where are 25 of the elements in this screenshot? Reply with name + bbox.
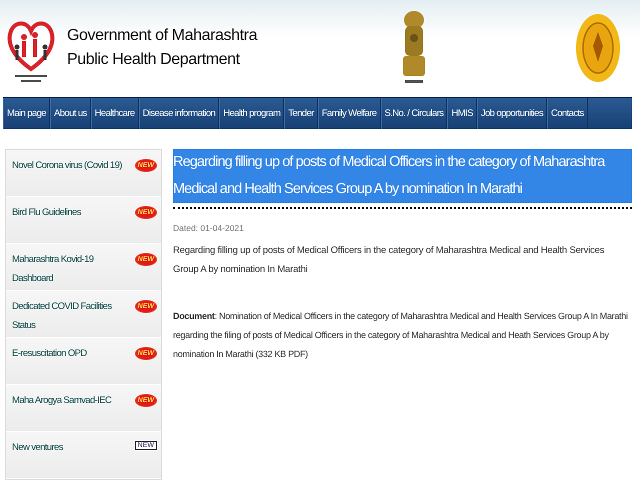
department-title: Government of Maharashtra	[67, 26, 258, 44]
nav-link[interactable]: Family Welfare	[318, 98, 380, 129]
sidebar-link[interactable]: Novel Corona virus (Covid 19)	[12, 156, 124, 175]
sidebar-link[interactable]: Bird Flu Guidelines	[12, 203, 124, 222]
sidebar-link[interactable]: Dedicated COVID Facilities Status	[12, 297, 124, 335]
sidebar-link[interactable]: Maha Arogya Samvad-IEC	[12, 391, 124, 410]
article-summary: Regarding filling up of posts of Medical Officers in the category of Maharashtra Medical and Health Services Group A by nomination In Marathi	[173, 244, 606, 277]
nav-link[interactable]: Healthcare	[90, 98, 139, 129]
nav-link[interactable]: Tender	[284, 98, 318, 129]
nav-link[interactable]: About us	[50, 98, 91, 129]
document-description: Document: Nomination of Medical Officers in the category of Maharashtra Medical and Health Services Group A In Marathi regarding the filing of posts of Medical Officers in the category of Maharashtra Medical and Heath Services Group A by nomination In Marathi (332 KB PDF)	[173, 310, 629, 361]
sidebar-link[interactable]: E-resuscitation OPD	[12, 344, 124, 363]
department-title: Public Health Department	[67, 50, 241, 68]
nav-link[interactable]: Disease information	[138, 98, 220, 129]
article-title: Regarding filling up of posts of Medical Officers in the category of Maharashtra Medical and Health Services Group A by nomination In Marathi	[173, 149, 632, 203]
sidebar-link[interactable]: Maharashtra Kovid-19 Dashboard	[12, 250, 124, 288]
nav-link[interactable]: Health program	[219, 98, 284, 129]
nav-link[interactable]: Job opportunities	[476, 98, 547, 129]
sidebar-link[interactable]: New ventures	[12, 438, 124, 457]
seal-emblem-icon	[575, 12, 621, 84]
nav-link[interactable]: Contacts	[546, 98, 588, 129]
nav-link[interactable]: S.No. / Circulars	[380, 98, 448, 129]
nav-link[interactable]: Main page	[3, 98, 50, 129]
nav-link[interactable]: HMIS	[447, 98, 477, 129]
article-date: Dated: 01-04-2021	[173, 223, 245, 233]
